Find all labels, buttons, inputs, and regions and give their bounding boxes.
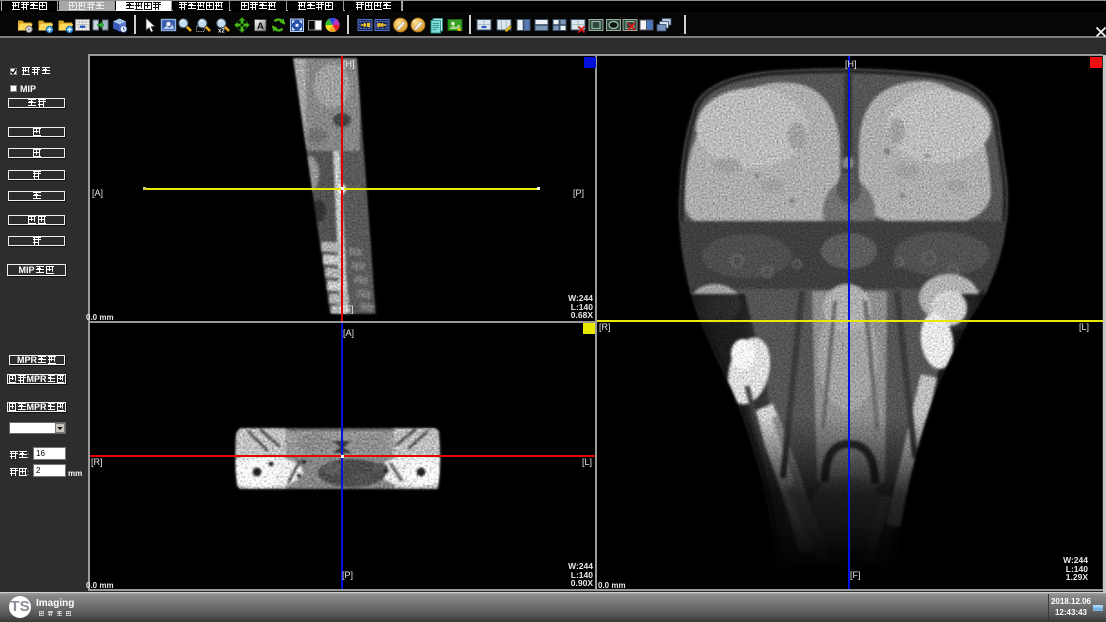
svg-text:A: A [257,21,264,32]
svg-text:x2: x2 [218,28,225,34]
